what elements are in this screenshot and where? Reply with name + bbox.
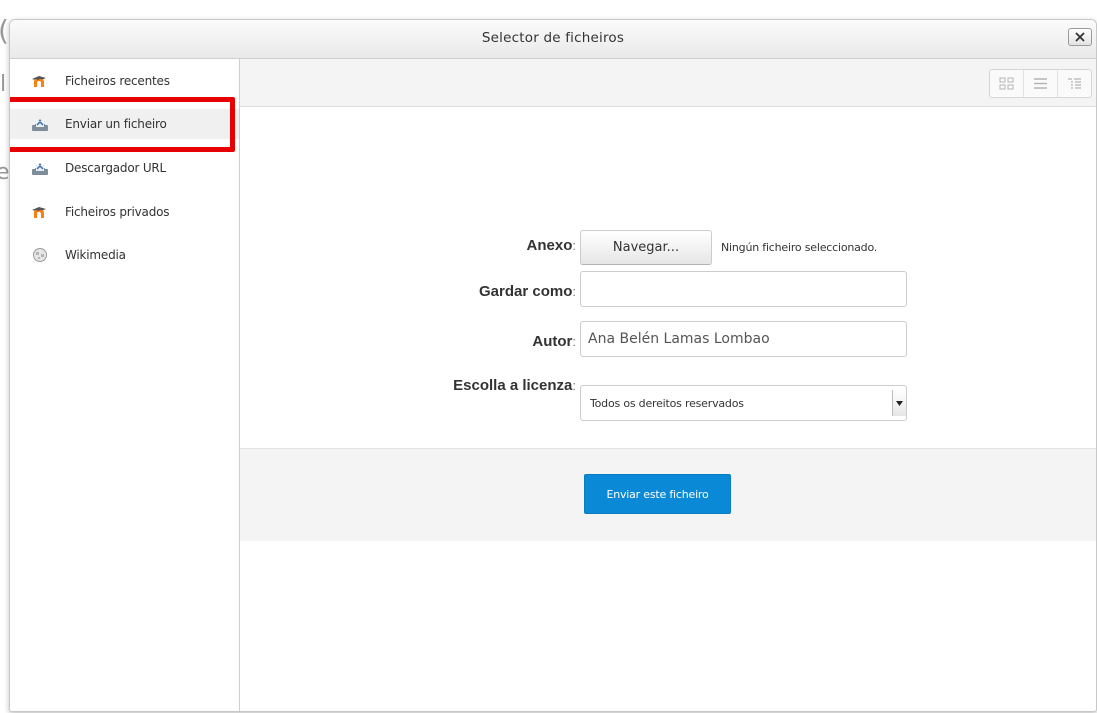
url-download-icon: [32, 163, 48, 175]
upload-submit-button[interactable]: Enviar este ficheiro: [584, 474, 731, 514]
repository-sidebar: Ficheiros recentes Enviar un ficheiro De…: [10, 59, 240, 711]
view-toolbar: [240, 59, 1096, 107]
wikimedia-globe-icon: [33, 248, 47, 262]
sidebar-item-label: Descargador URL: [65, 161, 167, 175]
browse-button[interactable]: Navegar...: [580, 230, 712, 265]
author-input[interactable]: Ana Belén Lamas Lombao: [580, 321, 907, 357]
sidebar-item-label: Ficheiros privados: [65, 205, 170, 219]
license-select[interactable]: Todos os dereitos reservados: [580, 385, 907, 421]
close-icon: [1075, 32, 1085, 42]
background-text-fragment: (: [0, 14, 9, 47]
file-picker-dialog: Selector de ficheiros Ficheiros recentes: [9, 19, 1097, 712]
dialog-title: Selector de ficheiros: [481, 30, 625, 46]
file-status-text: Ningún ficheiro seleccionado.: [721, 241, 878, 254]
sidebar-item-label: Ficheiros recentes: [65, 74, 170, 88]
attachment-label: Anexo:: [526, 237, 576, 254]
tree-view-button[interactable]: [1058, 70, 1091, 97]
moodle-logo-icon: [32, 76, 46, 87]
chevron-down-icon: [896, 400, 903, 406]
close-button[interactable]: [1068, 28, 1092, 46]
license-label: Escolla a licenza:: [453, 377, 576, 394]
moodle-logo-icon: [32, 207, 46, 218]
dialog-header: Selector de ficheiros: [10, 20, 1096, 59]
sidebar-item-private-files[interactable]: Ficheiros privados: [10, 197, 239, 227]
list-view-button[interactable]: [1024, 70, 1058, 97]
submit-band: Enviar este ficheiro: [240, 448, 1096, 541]
background-text-fragment: l: [0, 72, 7, 97]
tree-view-icon: [1068, 78, 1081, 89]
icons-view-icon: [999, 77, 1014, 90]
author-label: Autor:: [532, 333, 576, 350]
select-dropdown-arrow[interactable]: [892, 390, 906, 416]
upload-panel: Anexo: Navegar... Ningún ficheiro selecc…: [240, 59, 1096, 711]
sidebar-item-url-downloader[interactable]: Descargador URL: [10, 153, 239, 183]
save-as-input[interactable]: [580, 271, 907, 307]
sidebar-item-wikimedia[interactable]: Wikimedia: [10, 240, 239, 270]
view-mode-group: [989, 69, 1092, 98]
save-as-label: Gardar como:: [479, 283, 576, 300]
icons-view-button[interactable]: [990, 70, 1024, 97]
license-selected-value: Todos os dereitos reservados: [590, 397, 744, 410]
sidebar-item-label: Wikimedia: [65, 248, 126, 262]
sidebar-item-recent-files[interactable]: Ficheiros recentes: [10, 66, 239, 96]
list-view-icon: [1034, 78, 1047, 89]
selection-highlight-box: [10, 97, 235, 152]
